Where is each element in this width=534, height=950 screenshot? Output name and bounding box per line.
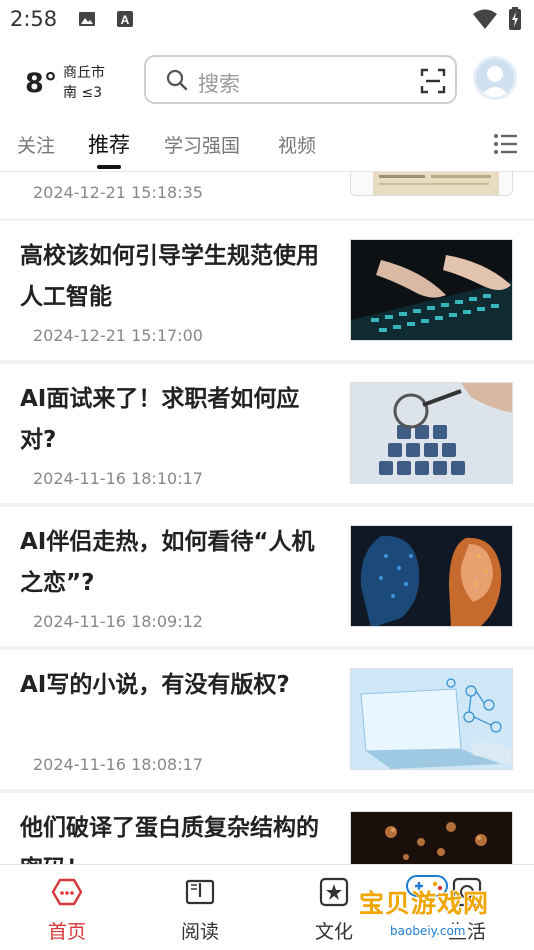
category-tabs: 关注 推荐 学习强国 视频 (0, 116, 534, 172)
scan-icon[interactable] (420, 68, 446, 94)
menu-icon[interactable] (493, 133, 517, 155)
article-title: AI伴侣走热，如何看待“人机之恋”? (20, 529, 315, 596)
list-item[interactable]: 他们破译了蛋白质复杂结构的密码！ (0, 793, 534, 864)
search-input[interactable]: 搜索 (144, 55, 457, 104)
avatar[interactable] (473, 56, 517, 100)
keyboard-hands-image (351, 240, 512, 340)
watermark-text: 宝贝游戏网 (359, 889, 490, 918)
weather-temperature: 8° (25, 68, 58, 99)
translate-icon: A (117, 11, 133, 27)
user-icon (480, 66, 510, 97)
article-date: 2024-11-16 18:10:17 (33, 469, 203, 488)
watermark: 宝贝游戏网 baobeiy.com (357, 875, 507, 948)
article-thumbnail (350, 382, 513, 484)
laptop-tech-image (351, 669, 512, 769)
nav-read-label: 阅读 (180, 921, 219, 943)
tab-follow[interactable]: 关注 (17, 131, 55, 158)
wifi-icon (473, 9, 497, 29)
article-title: AI写的小说，有没有版权? (20, 672, 290, 698)
article-thumbnail (350, 239, 513, 341)
book-icon (185, 879, 215, 905)
book-cover-image (351, 172, 512, 195)
protein-structure-image (351, 812, 512, 864)
tab-xuexi[interactable]: 学习强国 (164, 131, 240, 158)
article-thumbnail (350, 172, 513, 196)
article-title: 高校该如何引导学生规范使用人工智能 (20, 243, 319, 310)
weather-wind: 南 ≤3 (63, 85, 103, 101)
article-title: 他们破译了蛋白质复杂结构的密码！ (20, 815, 319, 864)
nav-home-label: 首页 (47, 921, 86, 943)
status-bar: 2:58 A (0, 0, 534, 40)
article-title: AI面试来了！求职者如何应对? (20, 386, 300, 453)
article-thumbnail (350, 525, 513, 627)
article-thumbnail (350, 811, 513, 864)
list-item[interactable]: AI写的小说，有没有版权? 2024-11-16 18:08:17 (0, 650, 534, 789)
news-feed[interactable]: 2024-12-21 15:18:35 高校该如何引导学生规范使用人工智能 20… (0, 172, 534, 864)
image-icon (79, 12, 95, 26)
weather-city[interactable]: 商丘市 (63, 62, 105, 82)
article-thumbnail (350, 668, 513, 770)
article-date: 2024-12-21 15:17:00 (33, 326, 203, 345)
article-date: 2024-11-16 18:08:17 (33, 755, 203, 774)
active-tab-indicator (97, 165, 121, 169)
svg-text:A: A (121, 13, 130, 27)
top-bar: 8° 商丘市 南 ≤3 搜索 (0, 40, 534, 116)
list-item[interactable]: 2024-12-21 15:18:35 (0, 172, 534, 218)
list-item[interactable]: 高校该如何引导学生规范使用人工智能 2024-12-21 15:17:00 (0, 221, 534, 360)
list-item[interactable]: AI面试来了！求职者如何应对? 2024-11-16 18:10:17 (0, 364, 534, 503)
ai-face-image (351, 526, 512, 626)
tab-recommend[interactable]: 推荐 (88, 129, 130, 159)
star-icon (319, 877, 349, 907)
list-item[interactable]: AI伴侣走热，如何看待“人机之恋”? 2024-11-16 18:09:12 (0, 507, 534, 646)
search-placeholder: 搜索 (198, 72, 240, 96)
nav-read[interactable]: 阅读 (155, 865, 245, 950)
article-date: 2024-11-16 18:09:12 (33, 612, 203, 631)
search-icon (166, 69, 188, 91)
battery-icon (509, 7, 521, 30)
magnifier-people-image (351, 383, 512, 483)
tab-video[interactable]: 视频 (278, 131, 316, 158)
watermark-url: baobeiy.com (387, 924, 469, 938)
home-icon (52, 878, 82, 906)
status-time: 2:58 (10, 7, 58, 31)
article-date: 2024-12-21 15:18:35 (33, 183, 203, 202)
nav-home[interactable]: 首页 (22, 865, 112, 950)
